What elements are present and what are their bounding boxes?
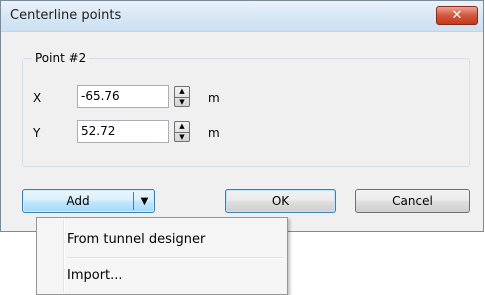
x-label: X xyxy=(33,91,42,105)
cancel-button[interactable]: Cancel xyxy=(355,189,470,213)
dropdown-arrow-icon[interactable]: ▼ xyxy=(135,190,154,212)
x-input[interactable]: -65.76 xyxy=(77,85,169,108)
window-title: Centerline points xyxy=(10,8,122,23)
close-button[interactable]: ✕ xyxy=(436,6,478,25)
add-dropdown-menu: From tunnel designer Import... xyxy=(36,217,288,295)
y-unit: m xyxy=(208,126,220,140)
spin-up-icon[interactable]: ▲ xyxy=(175,87,189,97)
add-button[interactable]: Add xyxy=(23,190,133,212)
split-divider xyxy=(133,192,134,210)
menu-item-import[interactable]: Import... xyxy=(39,262,285,288)
x-spinner[interactable]: ▲ ▼ xyxy=(174,86,190,107)
menu-item-from-tunnel-designer[interactable]: From tunnel designer xyxy=(39,226,285,252)
x-unit: m xyxy=(208,91,220,105)
ok-button[interactable]: OK xyxy=(225,189,336,213)
y-input[interactable]: 52.72 xyxy=(77,120,169,143)
close-icon: ✕ xyxy=(451,8,463,23)
y-label: Y xyxy=(33,126,41,140)
spin-down-icon[interactable]: ▼ xyxy=(175,131,189,143)
menu-separator xyxy=(67,257,283,259)
group-legend: Point #2 xyxy=(32,51,90,65)
spin-down-icon[interactable]: ▼ xyxy=(175,96,189,108)
add-split-button[interactable]: Add ▼ xyxy=(22,189,155,213)
title-bar[interactable]: Centerline points ✕ xyxy=(1,1,483,32)
point-groupbox xyxy=(22,58,470,167)
y-spinner[interactable]: ▲ ▼ xyxy=(174,121,190,142)
spin-up-icon[interactable]: ▲ xyxy=(175,122,189,132)
